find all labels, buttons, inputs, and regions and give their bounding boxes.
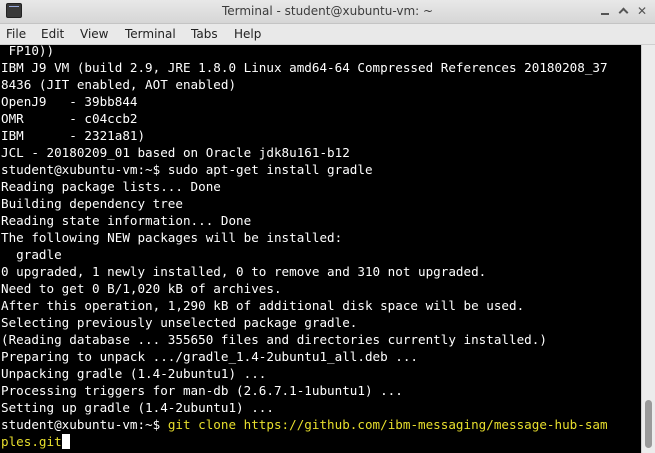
terminal-output[interactable]: FP10)) IBM J9 VM (build 2.9, JRE 1.8.0 L… <box>0 45 641 453</box>
shell-prompt: student@xubuntu-vm:~$ <box>1 162 168 177</box>
menu-edit[interactable]: Edit <box>41 26 64 42</box>
menu-help[interactable]: Help <box>234 26 261 42</box>
menu-file[interactable]: File <box>6 26 26 42</box>
terminal-line: 8436 (JIT enabled, AOT enabled) <box>1 77 237 92</box>
terminal-line: OpenJ9 - 39bb844 <box>1 94 138 109</box>
typed-command: git clone https://github.com/ibm-messagi… <box>167 417 608 432</box>
terminal-line: Setting up gradle (1.4-2ubuntu1) ... <box>1 400 274 415</box>
terminal-line: Reading package lists... Done <box>1 179 221 194</box>
terminal-line: FP10)) <box>1 45 55 58</box>
terminal-current-command-wrap: ples.git <box>1 433 70 450</box>
terminal-line: The following NEW packages will be insta… <box>1 230 343 245</box>
scrollbar-thumb[interactable] <box>645 400 652 448</box>
terminal-line: Selecting previously unselected package … <box>1 315 358 330</box>
terminal-window: Terminal - student@xubuntu-vm: ~ ✕ File … <box>0 0 655 453</box>
typed-command-continuation: ples.git <box>1 434 62 449</box>
command-text: sudo apt-get install gradle <box>167 162 373 177</box>
terminal-line: After this operation, 1,290 kB of additi… <box>1 298 525 313</box>
menu-terminal[interactable]: Terminal <box>125 26 176 42</box>
menu-bar: File Edit View Terminal Tabs Help <box>0 24 655 45</box>
text-cursor <box>61 434 70 449</box>
terminal-line: Preparing to unpack .../gradle_1.4-2ubun… <box>1 349 419 364</box>
close-icon[interactable]: ✕ <box>634 3 650 19</box>
terminal-line: IBM - 2321a81) <box>1 128 146 143</box>
menu-tabs[interactable]: Tabs <box>191 26 218 42</box>
terminal-line: IBM J9 VM (build 2.9, JRE 1.8.0 Linux am… <box>1 60 608 75</box>
terminal-line: OMR - c04ccb2 <box>1 111 138 126</box>
terminal-line: 0 upgraded, 1 newly installed, 0 to remo… <box>1 264 487 279</box>
terminal-line: (Reading database ... 355650 files and d… <box>1 332 547 347</box>
terminal-line: Unpacking gradle (1.4-2ubuntu1) ... <box>1 366 267 381</box>
terminal-line: JCL - 20180209_01 based on Oracle jdk8u1… <box>1 145 350 160</box>
scrollbar[interactable] <box>641 45 655 453</box>
terminal-line: Processing triggers for man-db (2.6.7.1-… <box>1 383 403 398</box>
terminal-line: gradle <box>1 247 62 262</box>
terminal-line: Reading state information... Done <box>1 213 252 228</box>
title-bar[interactable]: Terminal - student@xubuntu-vm: ~ ✕ <box>0 0 655 24</box>
maximize-icon[interactable] <box>615 3 631 19</box>
terminal-current-prompt-line: student@xubuntu-vm:~$ git clone https://… <box>1 416 608 433</box>
menu-view[interactable]: View <box>80 26 108 42</box>
window-title: Terminal - student@xubuntu-vm: ~ <box>221 4 434 18</box>
terminal-line: Building dependency tree <box>1 196 183 211</box>
shell-prompt: student@xubuntu-vm:~$ <box>1 417 168 432</box>
terminal-prompt-line: student@xubuntu-vm:~$ sudo apt-get insta… <box>1 161 373 178</box>
minimize-icon[interactable] <box>597 3 613 19</box>
terminal-line: Need to get 0 B/1,020 kB of archives. <box>1 281 282 296</box>
